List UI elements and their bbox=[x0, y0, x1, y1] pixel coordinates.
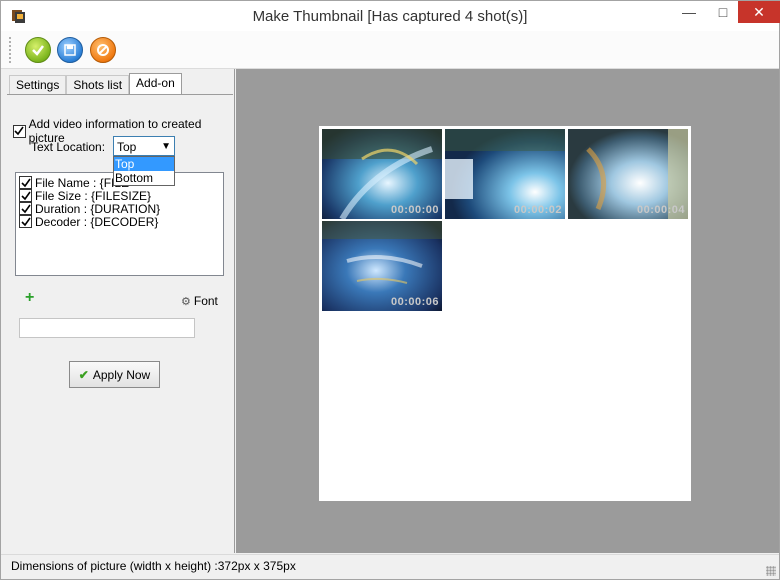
minimize-button[interactable]: — bbox=[673, 1, 705, 23]
timestamp-label: 00:00:04 bbox=[636, 204, 685, 216]
tab-add-on[interactable]: Add-on bbox=[129, 73, 182, 95]
timestamp-label: 00:00:06 bbox=[390, 296, 439, 308]
check-icon: ✔ bbox=[78, 367, 89, 382]
tab-shots-list[interactable]: Shots list bbox=[66, 75, 130, 95]
field-label: Duration : {DURATION} bbox=[35, 201, 161, 216]
info-fields-list[interactable]: File Name : {FILE File Size : {FILESIZE}… bbox=[15, 172, 224, 276]
field-label: Decoder : {DECODER} bbox=[35, 214, 159, 229]
options-panel: Settings Shots list Add-on Add video inf… bbox=[1, 69, 235, 553]
apply-now-button[interactable]: ✔ Apply Now bbox=[69, 361, 160, 388]
app-window: Make Thumbnail [Has captured 4 shot(s)] … bbox=[0, 0, 780, 580]
status-text: Dimensions of picture (width x height) :… bbox=[11, 559, 296, 573]
text-location-value: Top bbox=[117, 140, 137, 154]
window-title: Make Thumbnail [Has captured 4 shot(s)] bbox=[252, 8, 528, 25]
option-top[interactable]: Top bbox=[114, 157, 174, 171]
thumbnail[interactable]: 00:00:00 bbox=[322, 129, 442, 219]
add-on-page: Add video information to created picture… bbox=[7, 94, 233, 553]
check-icon[interactable] bbox=[25, 37, 51, 63]
field-checkbox[interactable] bbox=[19, 215, 32, 228]
chevron-down-icon: ▼ bbox=[161, 141, 171, 152]
field-checkbox[interactable] bbox=[19, 176, 32, 189]
resize-grip[interactable] bbox=[766, 566, 776, 576]
field-checkbox[interactable] bbox=[19, 189, 32, 202]
title-bar[interactable]: Make Thumbnail [Has captured 4 shot(s)] … bbox=[1, 1, 780, 31]
thumbnail[interactable]: 00:00:06 bbox=[322, 221, 442, 311]
toolbar-grip[interactable] bbox=[9, 37, 13, 63]
custom-text-input[interactable] bbox=[19, 318, 195, 338]
thumbnail[interactable]: 00:00:04 bbox=[568, 129, 688, 219]
font-label: Font bbox=[193, 294, 218, 308]
list-item[interactable]: Duration : {DURATION} bbox=[19, 201, 161, 216]
field-checkbox[interactable] bbox=[19, 202, 32, 215]
thumbnail-canvas: 00:00:00 00:00:02 00:00:04 00:00:06 bbox=[319, 126, 691, 501]
text-location-label: Text Location: bbox=[31, 140, 106, 154]
list-item[interactable]: Decoder : {DECODER} bbox=[19, 214, 159, 229]
save-icon[interactable] bbox=[57, 37, 83, 63]
tab-settings[interactable]: Settings bbox=[9, 75, 67, 95]
add-field-icon[interactable]: + bbox=[25, 290, 34, 306]
add-info-checkbox[interactable] bbox=[13, 124, 26, 138]
apply-now-label: Apply Now bbox=[92, 367, 151, 382]
preview-area: 00:00:00 00:00:02 00:00:04 00:00:06 bbox=[236, 69, 779, 553]
timestamp-label: 00:00:02 bbox=[513, 204, 562, 216]
status-bar: Dimensions of picture (width x height) :… bbox=[1, 554, 779, 579]
thumbnail[interactable]: 00:00:02 bbox=[445, 129, 565, 219]
font-button[interactable]: ⚙ Font bbox=[181, 294, 218, 308]
option-bottom[interactable]: Bottom bbox=[114, 171, 174, 185]
text-location-dropdown: Top Bottom bbox=[113, 156, 175, 186]
cancel-icon[interactable] bbox=[90, 37, 116, 63]
close-button[interactable]: ✕ bbox=[738, 1, 780, 23]
timestamp-label: 00:00:00 bbox=[390, 204, 439, 216]
list-item[interactable]: File Size : {FILESIZE} bbox=[19, 188, 152, 203]
tab-strip: Settings Shots list Add-on bbox=[9, 73, 182, 95]
toolbar bbox=[1, 31, 779, 69]
text-location-select[interactable]: Top ▼ bbox=[113, 136, 175, 156]
maximize-button[interactable]: □ bbox=[707, 1, 739, 23]
field-label: File Size : {FILESIZE} bbox=[35, 188, 152, 203]
gear-icon: ⚙ bbox=[181, 295, 191, 308]
